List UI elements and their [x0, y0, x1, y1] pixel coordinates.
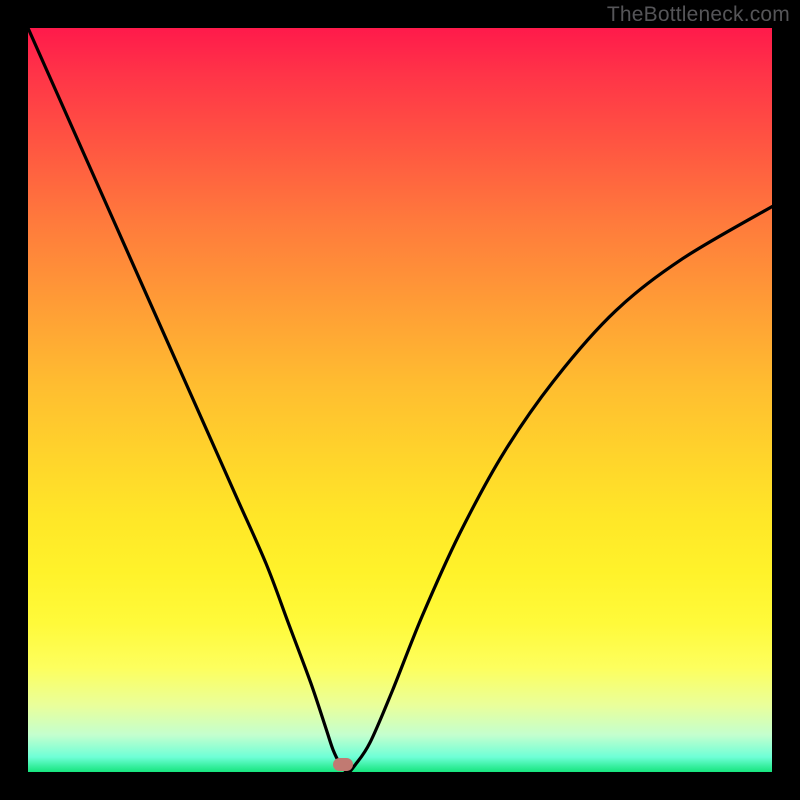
watermark-text: TheBottleneck.com — [607, 3, 790, 27]
minimum-marker — [333, 758, 353, 771]
chart-frame: TheBottleneck.com — [0, 0, 800, 800]
bottleneck-curve — [28, 28, 772, 772]
